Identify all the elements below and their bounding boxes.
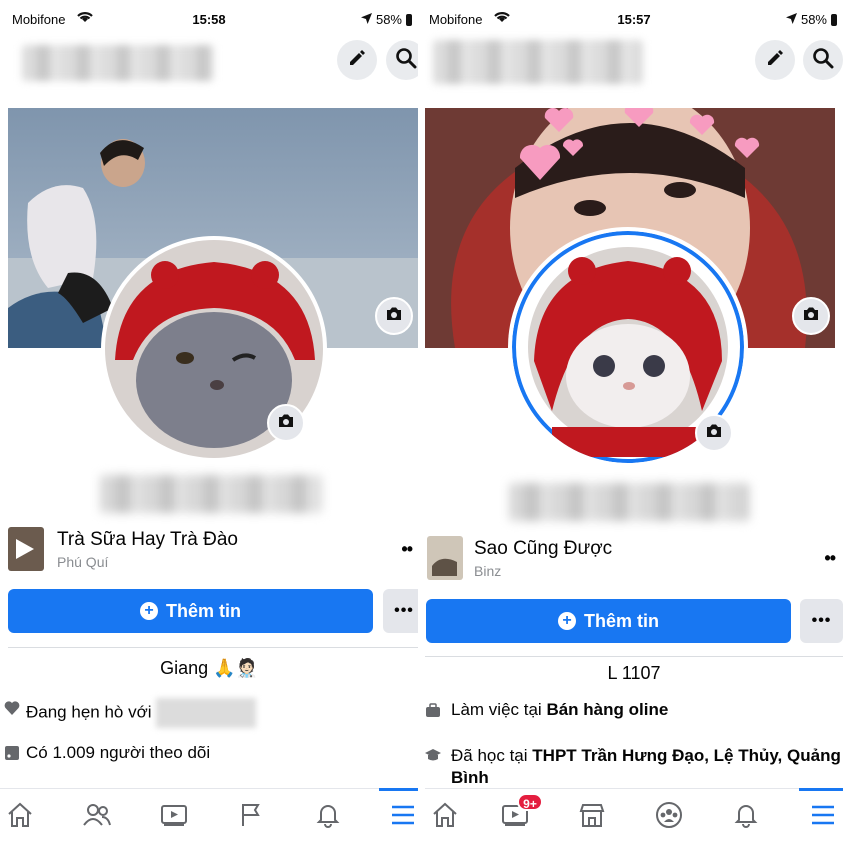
work-prefix: Làm việc tại [451, 700, 542, 719]
right-profile-screen: Mobifone 15:57 58% Sao Cũng Được Binz ••… [425, 0, 843, 843]
marketplace-icon [578, 802, 606, 833]
tab-notifications[interactable] [308, 797, 348, 837]
song-thumbnail [8, 527, 44, 571]
add-story-label: Thêm tin [584, 610, 659, 631]
pencil-icon [347, 48, 367, 73]
song-artist: Phú Quí [57, 554, 109, 570]
search-icon [395, 47, 417, 74]
song-title: Sao Cũng Được [474, 538, 613, 559]
education-icon [425, 747, 441, 763]
education-prefix: Đã học tại [451, 746, 528, 765]
plus-icon: + [558, 612, 576, 630]
avatar-camera-button[interactable] [267, 404, 305, 442]
tab-marketplace[interactable] [572, 797, 612, 837]
camera-icon [385, 306, 403, 327]
tab-menu[interactable] [379, 788, 418, 837]
camera-icon [802, 306, 820, 327]
add-story-button[interactable]: + Thêm tin [8, 589, 373, 633]
profile-name-header-blurred [433, 40, 643, 84]
watch-badge: 9+ [517, 793, 543, 811]
relationship-label: Đang hẹn hò với [26, 702, 152, 722]
menu-icon [390, 804, 416, 831]
profile-song[interactable]: Sao Cũng Được Binz •• [425, 536, 843, 586]
battery-icon [406, 13, 412, 26]
bio-text: L 1107 [607, 663, 661, 683]
more-options-button[interactable]: ••• [800, 599, 843, 643]
profile-name-blurred [100, 475, 322, 513]
tab-home[interactable] [0, 797, 40, 837]
briefcase-icon [425, 702, 441, 718]
battery-percent: 58% [800, 12, 827, 27]
groups-icon [655, 801, 683, 834]
profile-song[interactable]: Trà Sữa Hay Trà Đào Phú Quí •• [0, 527, 418, 577]
add-story-label: Thêm tin [166, 600, 241, 621]
edit-button[interactable] [337, 40, 377, 80]
search-button[interactable] [803, 40, 843, 80]
add-story-button[interactable]: + Thêm tin [426, 599, 791, 643]
song-artist: Binz [474, 563, 502, 579]
home-icon [6, 802, 34, 833]
plus-icon: + [140, 602, 158, 620]
tab-groups[interactable] [649, 797, 689, 837]
clock: 15:57 [617, 12, 651, 27]
divider [425, 656, 843, 657]
location-icon [785, 12, 797, 27]
followers-label: Có 1.009 người theo dõi [26, 743, 211, 762]
camera-icon [277, 413, 295, 434]
clock: 15:58 [192, 12, 226, 27]
bio-text: Giang 🙏🧑🏻‍⚕️ [160, 658, 258, 678]
tab-watch[interactable]: 9+ [495, 793, 543, 837]
battery-icon [831, 13, 837, 26]
tab-home[interactable] [425, 797, 465, 837]
watch-icon [160, 803, 188, 832]
more-options-button[interactable]: ••• [383, 589, 418, 633]
avatar-camera-button[interactable] [695, 414, 733, 452]
heart-icon [4, 700, 20, 716]
bell-icon [315, 802, 341, 833]
detail-education: Đã học tại THPT Trần Hưng Đạo, Lệ Thủy, … [425, 745, 843, 789]
edit-button[interactable] [755, 40, 795, 80]
rss-icon [4, 745, 20, 761]
search-button[interactable] [386, 40, 418, 80]
status-bar: Mobifone 15:58 58% [0, 10, 418, 30]
search-icon [812, 47, 834, 74]
camera-icon [705, 423, 723, 444]
profile-name-header-blurred [22, 45, 214, 81]
song-options-icon[interactable]: •• [401, 539, 413, 560]
cover-camera-button[interactable] [375, 297, 413, 335]
partner-name-blurred [155, 698, 256, 728]
song-options-icon[interactable]: •• [824, 548, 836, 569]
divider [8, 647, 418, 648]
profile-name-blurred [509, 483, 749, 521]
bottom-tab-bar: 9+ [425, 788, 843, 843]
tab-pages[interactable] [231, 797, 271, 837]
status-bar: Mobifone 15:57 58% [425, 10, 843, 30]
tab-notifications[interactable] [726, 797, 766, 837]
home-icon [431, 802, 459, 833]
work-place[interactable]: Bán hàng oline [546, 700, 668, 719]
tab-menu[interactable] [799, 788, 843, 837]
left-profile-screen: Mobifone 15:58 58% Trà Sữa Hay Trà Đào P… [0, 0, 418, 843]
menu-icon [810, 804, 836, 831]
song-title: Trà Sữa Hay Trà Đào [57, 529, 238, 550]
bell-icon [733, 802, 759, 833]
pages-icon [239, 802, 263, 833]
cover-camera-button[interactable] [792, 297, 830, 335]
battery-percent: 58% [375, 12, 402, 27]
song-thumbnail [427, 536, 463, 580]
pencil-icon [765, 48, 785, 73]
location-icon [360, 12, 372, 27]
friends-icon [82, 803, 112, 832]
tab-friends[interactable] [77, 797, 117, 837]
bottom-tab-bar [0, 788, 418, 843]
tab-watch[interactable] [154, 797, 194, 837]
